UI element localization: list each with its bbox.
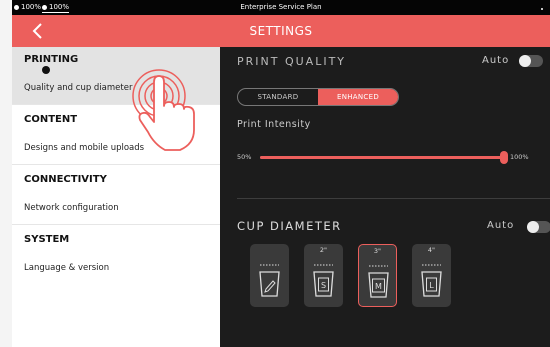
- sidebar-item-connectivity[interactable]: Network configuration: [12, 193, 220, 225]
- print-quality-segmented-control: STANDARD ENHANCED: [237, 88, 399, 106]
- status-bar: 100% 100% Enterprise Service Plan: [12, 0, 550, 15]
- toggle-knob: [519, 55, 531, 67]
- sidebar-heading-system: SYSTEM: [24, 234, 70, 245]
- cup-diameter-auto-toggle[interactable]: [527, 221, 550, 233]
- tap-gesture-icon: [132, 69, 195, 151]
- intensity-slider-fill: [260, 156, 504, 159]
- section-divider: [237, 198, 550, 199]
- standard-option[interactable]: STANDARD: [238, 89, 318, 105]
- status-title: Enterprise Service Plan: [240, 3, 322, 11]
- enhanced-option[interactable]: ENHANCED: [318, 89, 398, 105]
- status-dot: [541, 8, 543, 10]
- cup-icon: [259, 264, 280, 297]
- page-title: SETTINGS: [249, 24, 313, 38]
- print-quality-auto-label: Auto: [482, 55, 510, 66]
- cup-option-custom[interactable]: [250, 244, 289, 307]
- slider-min-label: 50%: [237, 153, 252, 161]
- toggle-knob: [527, 221, 539, 233]
- print-quality-title: PRINT QUALITY: [237, 55, 347, 68]
- print-quality-auto-toggle[interactable]: [519, 55, 543, 67]
- app-window: 100% 100% Enterprise Service Plan SETTIN…: [12, 0, 550, 347]
- header-bar: SETTINGS: [12, 15, 550, 47]
- cup-option-small[interactable]: 2" S: [304, 244, 343, 307]
- cup-diameter-auto-label: Auto: [487, 220, 515, 231]
- cup-size-label: 2": [319, 246, 328, 254]
- pencil-icon: [264, 280, 276, 293]
- slider-max-label: 100%: [510, 153, 529, 161]
- cup-diameter-title: CUP DIAMETER: [237, 219, 342, 233]
- cup-size-label: 4": [427, 246, 436, 254]
- cup-icon: S: [313, 264, 334, 297]
- cup-icon: L: [421, 264, 442, 297]
- bullet-dot: [42, 66, 50, 74]
- print-intensity-label: Print Intensity: [237, 119, 311, 130]
- cup-icon: M: [368, 265, 389, 298]
- cup-size-label: 3": [373, 247, 382, 255]
- cup-letter: L: [429, 281, 434, 290]
- cup-letter: M: [375, 282, 382, 291]
- cup-option-medium[interactable]: 3" M: [358, 244, 397, 307]
- sidebar-heading-connectivity: CONNECTIVITY: [24, 174, 107, 185]
- cup-letter: S: [321, 281, 326, 290]
- settings-panel: PRINT QUALITY Auto STANDARD ENHANCED Pri…: [220, 47, 550, 347]
- intensity-slider-handle[interactable]: [500, 151, 508, 164]
- cup-option-large[interactable]: 4" L: [412, 244, 451, 307]
- sidebar-item-system[interactable]: Language & version: [12, 253, 220, 285]
